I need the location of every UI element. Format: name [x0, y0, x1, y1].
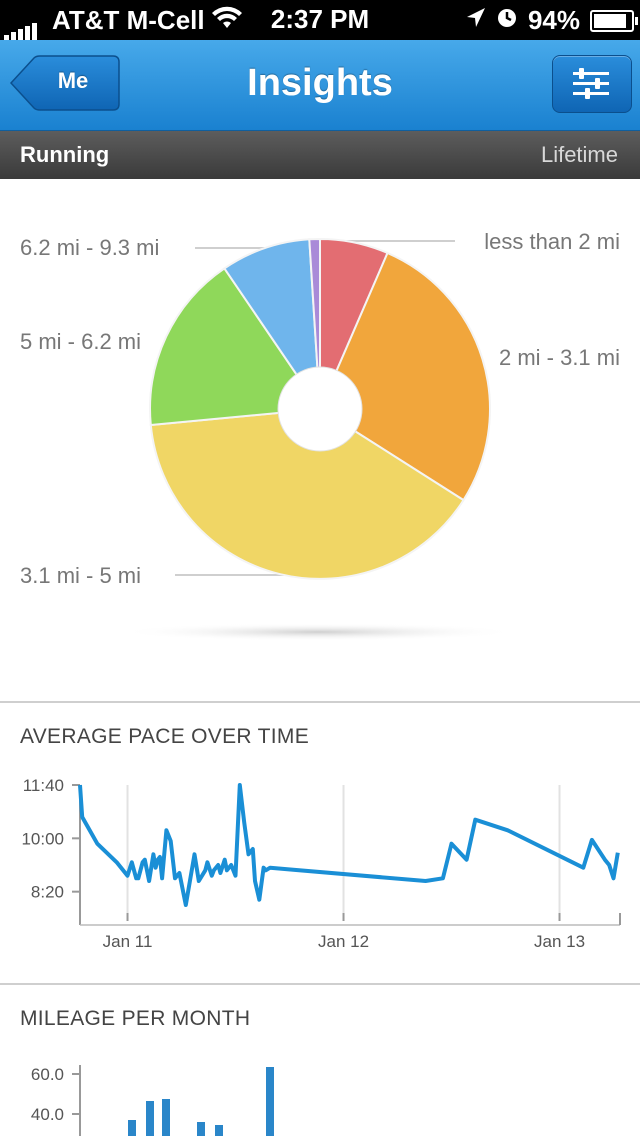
pace-line-chart: Jan 11 Jan 12 Jan 13 11:40 10:00 8:20: [21, 776, 621, 951]
x-tick-label: Jan 13: [534, 932, 585, 951]
mileage-bar: [146, 1101, 154, 1136]
pace-series-line: [78, 783, 620, 907]
pie-label-2-to-3: 2 mi - 3.1 mi: [498, 345, 620, 370]
battery-percent: 94%: [527, 5, 580, 35]
y-tick-label: 8:20: [31, 883, 64, 902]
pace-chart-section: AVERAGE PACE OVER TIME Jan 11 Jan 12 Jan 1…: [0, 703, 640, 983]
location-arrow-icon: [466, 5, 486, 36]
pie-label-3-to-5: 3.1 mi - 5 mi: [20, 563, 142, 588]
pie-center-hole: [277, 366, 363, 452]
page-title: Insights: [247, 62, 393, 104]
mileage-chart-section: MILEAGE PER MONTH 60.0 40.0: [0, 985, 640, 1136]
activity-filter-bar: Running Lifetime: [0, 131, 640, 179]
activity-type[interactable]: Running: [20, 142, 109, 168]
mileage-bar: [128, 1120, 136, 1136]
y-tick-label: 60.0: [31, 1065, 64, 1084]
y-tick-label: 11:40: [23, 776, 64, 795]
pie-label-under-2: less than 2 mi: [484, 229, 620, 254]
mileage-bar: [162, 1099, 170, 1136]
distance-distribution-chart: 6.2 mi - 9.3 mi 5 mi - 6.2 mi 3.1 mi - 5…: [0, 179, 640, 701]
pie-label-6-to-9: 6.2 mi - 9.3 mi: [20, 235, 160, 260]
mileage-bar: [197, 1122, 205, 1136]
battery-icon: [590, 9, 638, 32]
y-tick-label: 40.0: [31, 1105, 64, 1124]
x-tick-label: Jan 11: [103, 932, 153, 951]
filter-button[interactable]: [552, 55, 632, 113]
mileage-bar-chart: 60.0 40.0: [31, 1065, 274, 1136]
clock-icon: [496, 5, 518, 36]
mileage-bar: [266, 1067, 274, 1136]
pie-label-5-to-6: 5 mi - 6.2 mi: [20, 329, 142, 354]
time-period[interactable]: Lifetime: [541, 142, 618, 168]
y-tick-label: 10:00: [21, 829, 64, 848]
sliders-icon: [573, 68, 609, 99]
status-bar: AT&T M-Cell 2:37 PM 94%: [0, 0, 640, 41]
nav-bar: Me Insights: [0, 40, 640, 131]
x-tick-label: Jan 12: [318, 932, 369, 951]
mileage-bar: [215, 1125, 223, 1136]
